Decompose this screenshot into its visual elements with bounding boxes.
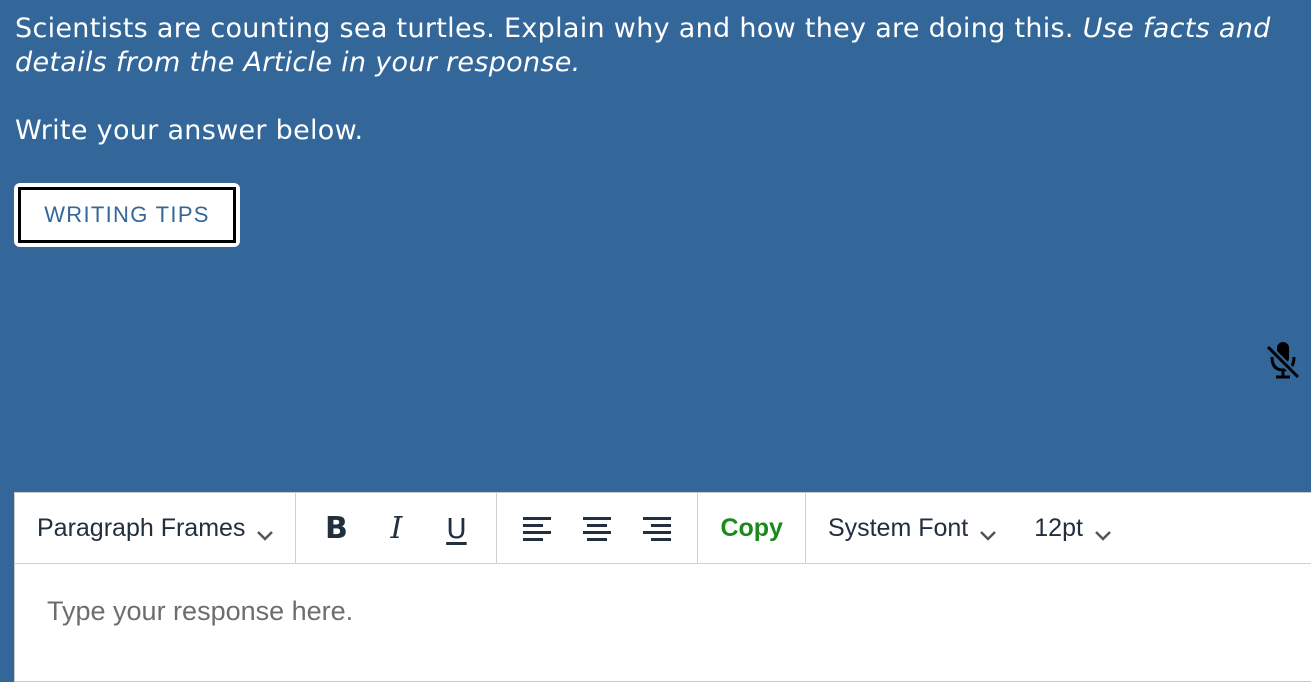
copy-button[interactable]: Copy (720, 514, 783, 543)
response-text-area[interactable]: Type your response here. (15, 564, 1311, 659)
font-group: System Font 12pt (806, 493, 1113, 563)
response-placeholder: Type your response here. (47, 596, 354, 626)
format-group: B I U (296, 493, 498, 563)
response-editor: Paragraph Frames B I U Copy System Font … (14, 492, 1311, 682)
underline-icon: U (446, 511, 467, 545)
paragraph-frames-select[interactable]: Paragraph Frames (37, 514, 275, 543)
align-left-button[interactable] (507, 503, 567, 553)
align-center-icon (583, 517, 612, 541)
writing-tips-button[interactable]: WRITING TIPS (14, 183, 240, 247)
alignment-group (497, 493, 699, 563)
editor-toolbar: Paragraph Frames B I U Copy System Font … (15, 493, 1311, 564)
paragraph-group: Paragraph Frames (15, 493, 297, 563)
italic-button[interactable]: I (366, 503, 426, 553)
paragraph-frames-label: Paragraph Frames (37, 513, 246, 542)
bold-button[interactable]: B (306, 503, 366, 553)
copy-group: Copy (698, 493, 806, 563)
align-right-button[interactable] (627, 503, 687, 553)
font-size-select[interactable]: 12pt (1034, 514, 1113, 543)
align-center-button[interactable] (567, 503, 627, 553)
question-prompt: Scientists are counting sea turtles. Exp… (15, 12, 1305, 80)
align-left-icon (523, 517, 552, 541)
answer-instruction: Write your answer below. (15, 115, 364, 146)
underline-button[interactable]: U (426, 503, 486, 553)
chevron-down-icon (978, 521, 998, 541)
bold-icon: B (325, 510, 348, 546)
question-text: Scientists are counting sea turtles. Exp… (15, 13, 1074, 44)
font-family-select[interactable]: System Font (828, 514, 998, 543)
chevron-down-icon (255, 521, 275, 541)
microphone-off-icon[interactable] (1265, 340, 1301, 380)
writing-tips-label: WRITING TIPS (18, 187, 236, 243)
font-size-label: 12pt (1034, 513, 1083, 542)
font-family-label: System Font (827, 513, 969, 542)
chevron-down-icon (1093, 521, 1113, 541)
italic-icon: I (390, 510, 403, 546)
align-right-icon (643, 517, 672, 541)
